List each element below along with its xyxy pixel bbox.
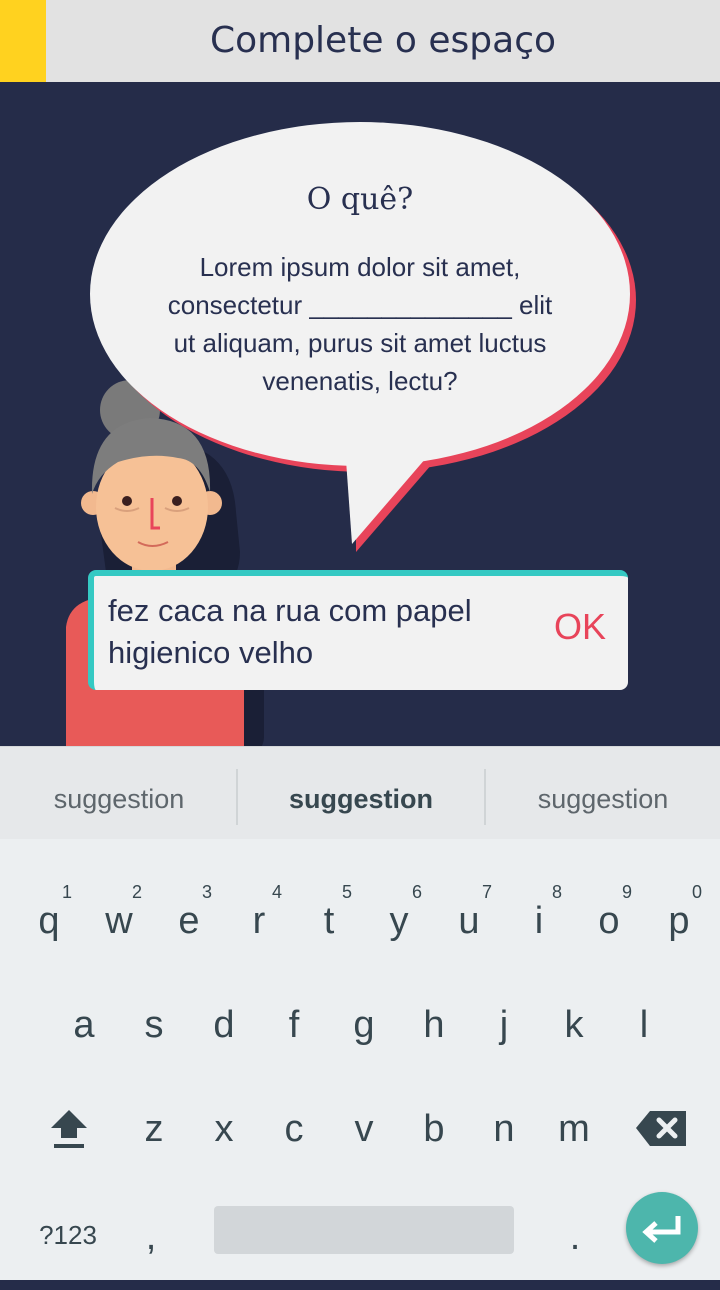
key-v[interactable]: v: [329, 1082, 399, 1182]
symbols-key[interactable]: ?123: [26, 1190, 110, 1290]
space-bar[interactable]: [214, 1206, 514, 1254]
key-k[interactable]: k: [539, 978, 609, 1078]
bubble-line: consectetur ______________ elit: [167, 290, 553, 320]
suggestion-center[interactable]: suggestion: [238, 747, 484, 839]
ok-button[interactable]: OK: [554, 606, 606, 648]
key-w[interactable]: 2w: [84, 874, 154, 974]
key-x[interactable]: x: [189, 1082, 259, 1182]
key-s[interactable]: s: [119, 978, 189, 1078]
key-j[interactable]: j: [469, 978, 539, 1078]
key-r[interactable]: 4r: [224, 874, 294, 974]
key-p[interactable]: 0p: [644, 874, 714, 974]
left-eye: [122, 496, 132, 506]
key-i[interactable]: 8i: [504, 874, 574, 974]
suggestion-right[interactable]: suggestion: [486, 747, 720, 839]
bubble-body: Lorem ipsum dolor sit amet, consectetur …: [120, 248, 600, 400]
key-n[interactable]: n: [469, 1082, 539, 1182]
key-c[interactable]: c: [259, 1082, 329, 1182]
bubble-line: venenatis, lectu?: [262, 366, 458, 396]
key-d[interactable]: d: [189, 978, 259, 1078]
suggestion-left[interactable]: suggestion: [0, 747, 238, 839]
key-t[interactable]: 5t: [294, 874, 364, 974]
accent-strip: [0, 0, 46, 82]
key-h[interactable]: h: [399, 978, 469, 1078]
key-f[interactable]: f: [259, 978, 329, 1078]
key-a[interactable]: a: [49, 978, 119, 1078]
key-b[interactable]: b: [399, 1082, 469, 1182]
scene: O quê? Lorem ipsum dolor sit amet, conse…: [0, 82, 720, 746]
bubble-title: O quê?: [306, 182, 414, 217]
key-g[interactable]: g: [329, 978, 399, 1078]
bubble-line: Lorem ipsum dolor sit amet,: [199, 252, 521, 282]
shift-key[interactable]: [34, 1082, 104, 1182]
answer-line: higienico velho: [108, 635, 314, 670]
answer-line: fez caca na rua com papel: [108, 593, 472, 628]
backspace-key[interactable]: [624, 1082, 704, 1182]
key-u[interactable]: 7u: [434, 874, 504, 974]
key-q[interactable]: 1q: [14, 874, 84, 974]
suggestion-strip: suggestion suggestion suggestion: [0, 746, 720, 839]
key-z[interactable]: z: [119, 1082, 189, 1182]
key-m[interactable]: m: [539, 1082, 609, 1182]
backspace-icon: [636, 1111, 686, 1146]
key-l[interactable]: l: [609, 978, 679, 1078]
key-y[interactable]: 6y: [364, 874, 434, 974]
period-key[interactable]: .: [540, 1190, 610, 1290]
bubble-line: ut aliquam, purus sit amet luctus: [173, 328, 547, 358]
answer-input[interactable]: fez caca na rua com papel higienico velh…: [88, 570, 628, 690]
comma-key[interactable]: ,: [116, 1190, 186, 1290]
enter-key[interactable]: [626, 1192, 698, 1264]
page-title: Complete o espaço: [209, 20, 557, 61]
answer-text[interactable]: fez caca na rua com papel higienico velh…: [108, 590, 538, 674]
soft-keyboard: suggestion suggestion suggestion 1q 2w 3…: [0, 746, 720, 1280]
key-e[interactable]: 3e: [154, 874, 224, 974]
key-o[interactable]: 9o: [574, 874, 644, 974]
app-bar: Complete o espaço: [0, 0, 720, 82]
right-eye: [172, 496, 182, 506]
enter-icon: [642, 1216, 681, 1243]
shift-icon: [51, 1110, 87, 1148]
